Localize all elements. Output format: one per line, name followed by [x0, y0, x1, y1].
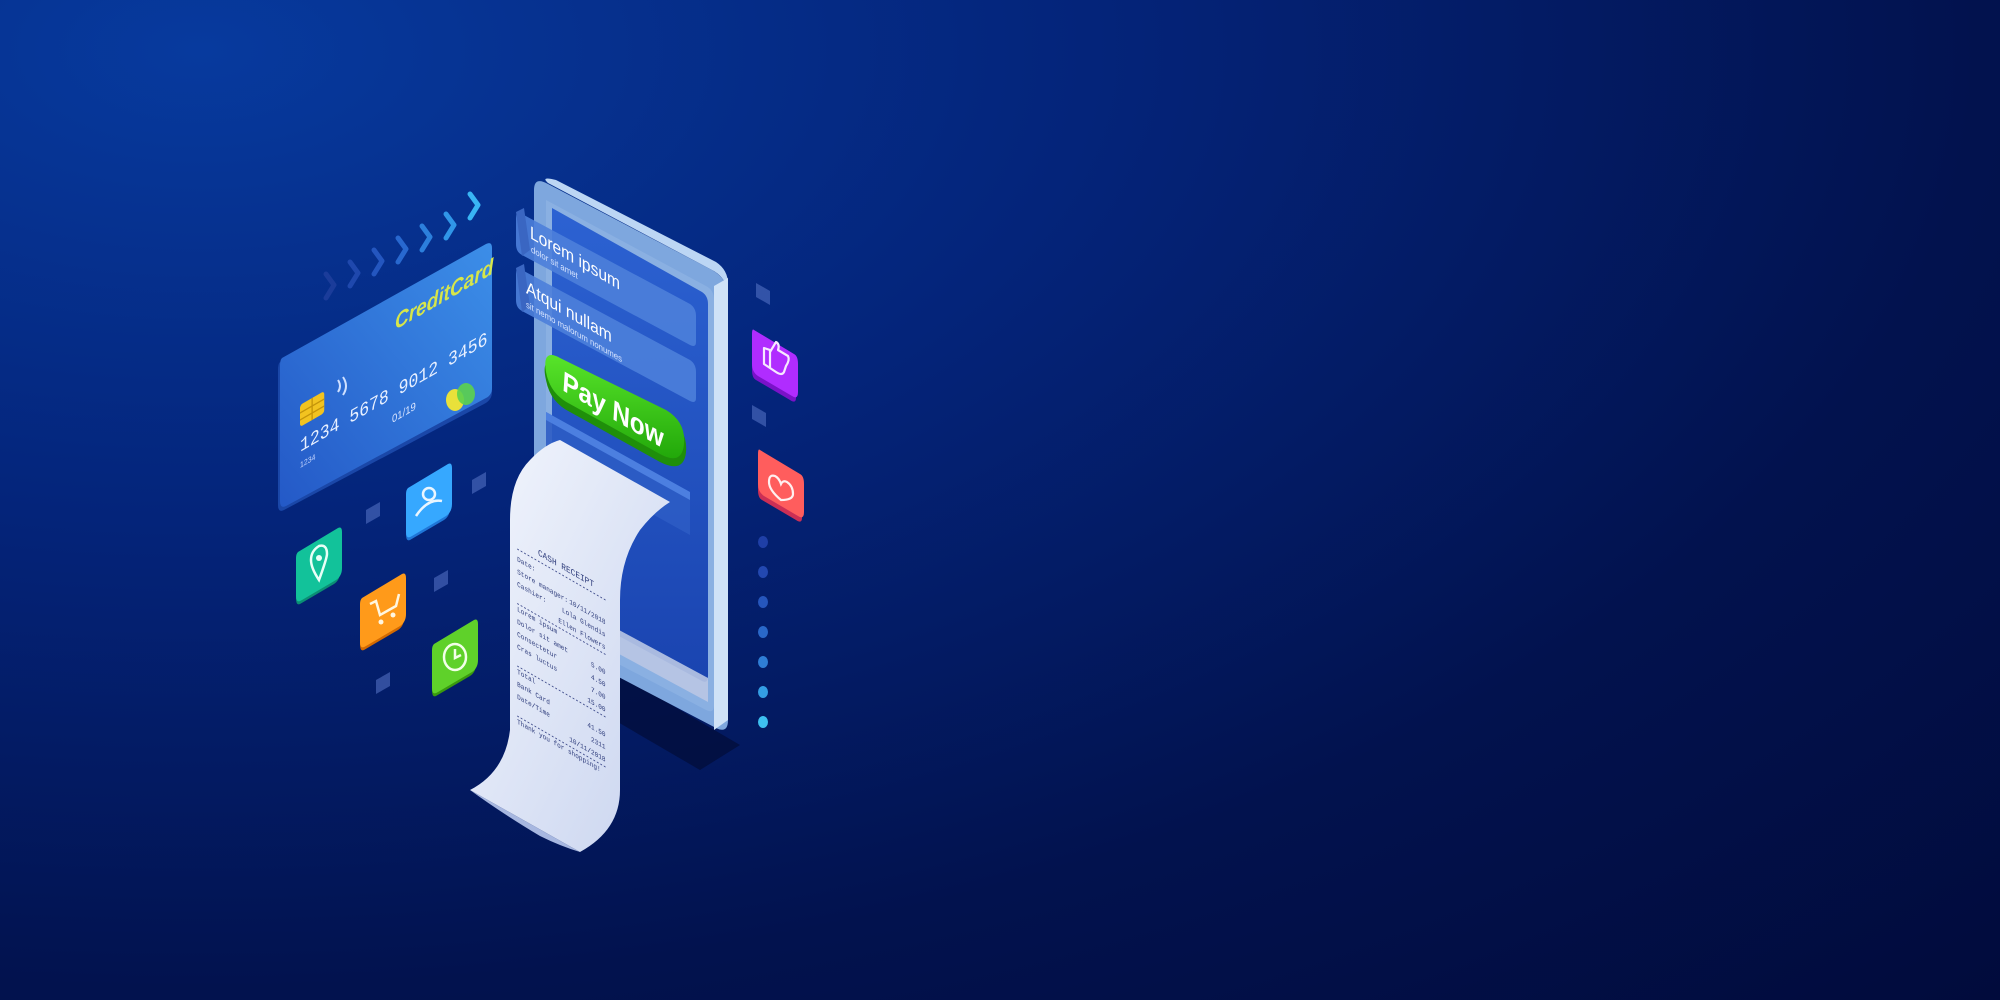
chevron-icon: [419, 223, 433, 253]
chevron-icon: [323, 271, 337, 301]
credit-card: CreditCard 1234 5678 9012 3456 01/19 123…: [278, 243, 494, 511]
clock-icon: [432, 619, 478, 697]
shopping-cart-icon: [360, 573, 406, 651]
location-pin-icon: [296, 527, 342, 605]
thumbs-up-icon: [752, 329, 798, 402]
chevron-icon: [371, 247, 385, 277]
heart-icon: [758, 449, 804, 522]
decorative-dots: [758, 536, 768, 728]
illustration-scene: CreditCard 1234 5678 9012 3456 01/19 123…: [0, 0, 2000, 1000]
isometric-payment-illustration: CreditCard 1234 5678 9012 3456 01/19 123…: [278, 178, 804, 852]
chevron-icon: [443, 211, 457, 241]
user-icon: [406, 463, 452, 541]
chevron-icon: [347, 259, 361, 289]
chevron-icon: [467, 191, 481, 221]
chevron-icon: [395, 235, 409, 265]
